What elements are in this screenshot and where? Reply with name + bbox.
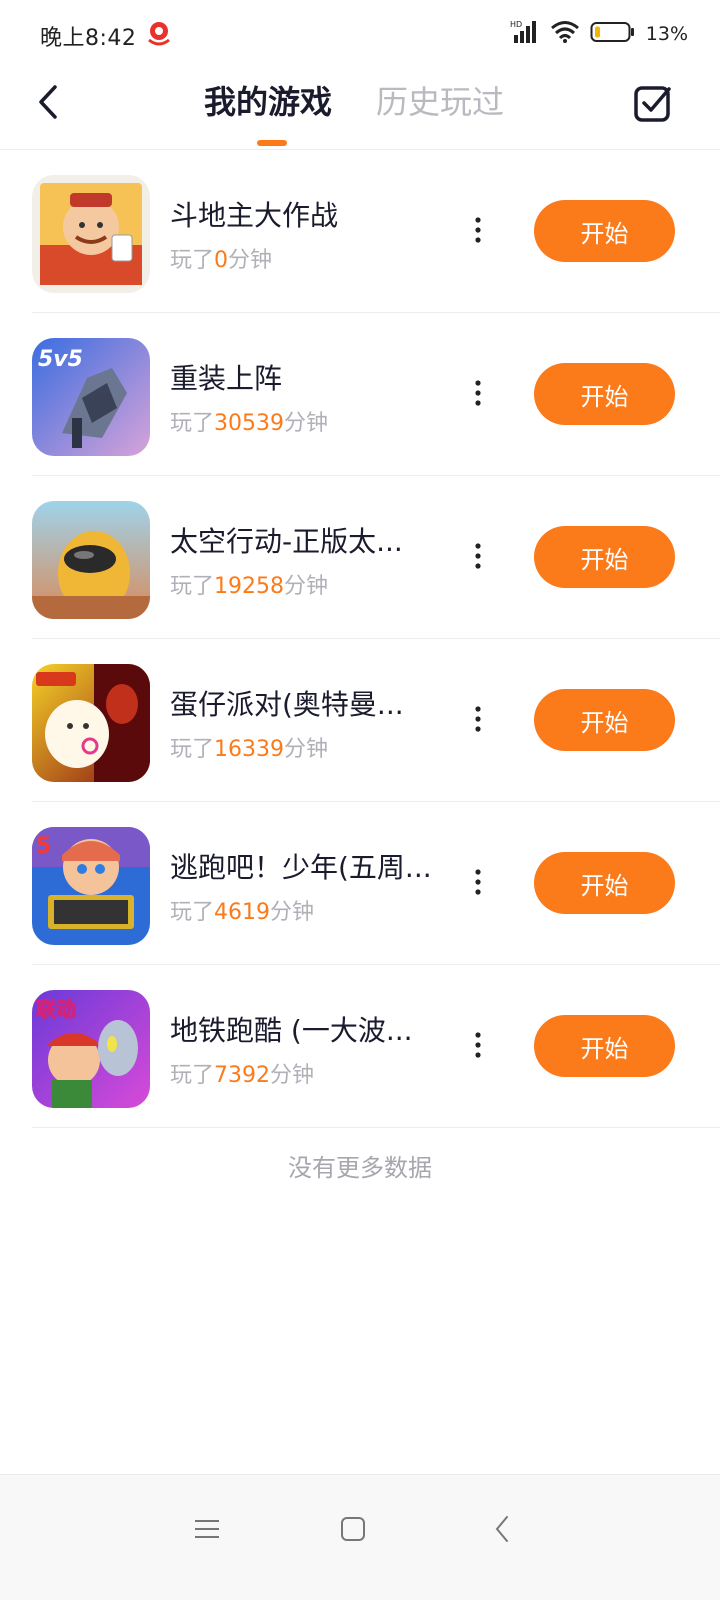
battery-icon [590, 21, 636, 47]
play-time-suffix: 分钟 [228, 248, 273, 273]
battery-percent: 13% [645, 23, 688, 45]
play-time-prefix: 玩了 [170, 411, 215, 436]
space-action-game-icon[interactable] [32, 501, 150, 619]
play-time-suffix: 分钟 [284, 411, 329, 436]
svg-text:5: 5 [36, 834, 51, 859]
play-time-text: 玩了0分钟 [170, 242, 272, 274]
signal-icon: HD [510, 19, 540, 49]
more-options-icon[interactable] [462, 1025, 494, 1065]
no-more-data-text: 没有更多数据 [288, 1154, 432, 1182]
home-icon[interactable] [329, 1505, 377, 1553]
game-list: 斗地主大作战 玩了0分钟 开始 5v5 重装上阵 玩了30539分钟 开始 太空… [0, 150, 720, 1128]
play-minutes: 30539 [214, 411, 285, 436]
game-list-item[interactable]: 联动 地铁跑酷 (一大波... 玩了7392分钟 开始 [0, 965, 720, 1128]
game-list-item[interactable]: 斗地主大作战 玩了0分钟 开始 [0, 150, 720, 313]
game-title: 蛋仔派对(奥特曼... [170, 688, 404, 721]
tab-my-games[interactable]: 我的游戏 [204, 80, 332, 124]
play-time-text: 玩了30539分钟 [170, 405, 328, 437]
play-minutes: 4619 [214, 900, 271, 925]
status-indicators: HD 13% [510, 18, 688, 50]
play-minutes: 19258 [214, 574, 285, 599]
svg-text:5v5: 5v5 [38, 347, 83, 372]
status-bar: 晚上8:42 HD 13% [0, 0, 720, 66]
multi-select-button[interactable] [630, 80, 676, 126]
system-nav-bar [0, 1474, 720, 1600]
play-minutes: 16339 [214, 737, 285, 762]
back-button[interactable] [28, 80, 68, 124]
start-game-button[interactable]: 开始 [534, 363, 675, 425]
subway-surf-game-icon[interactable]: 联动 [32, 990, 150, 1108]
doudizhu-game-icon[interactable] [32, 175, 150, 293]
escape-boy-game-icon[interactable]: 5 [32, 827, 150, 945]
game-title: 逃跑吧！少年(五周... [170, 851, 432, 884]
play-time-suffix: 分钟 [284, 574, 329, 599]
play-time-prefix: 玩了 [170, 737, 215, 762]
start-game-button[interactable]: 开始 [534, 1015, 675, 1077]
more-options-icon[interactable] [462, 699, 494, 739]
start-game-button[interactable]: 开始 [534, 689, 675, 751]
checkbox-edit-icon [634, 86, 671, 122]
play-time-text: 玩了7392分钟 [170, 1057, 314, 1089]
mecha-game-icon[interactable]: 5v5 [32, 338, 150, 456]
play-time-prefix: 玩了 [170, 900, 215, 925]
play-time-suffix: 分钟 [270, 1063, 315, 1088]
start-game-button[interactable]: 开始 [534, 852, 675, 914]
start-game-button[interactable]: 开始 [534, 526, 675, 588]
play-minutes: 7392 [214, 1063, 271, 1088]
app-notification-icon [145, 20, 173, 48]
more-options-icon[interactable] [462, 536, 494, 576]
svg-text:HD: HD [510, 20, 522, 29]
game-list-item[interactable]: 5v5 重装上阵 玩了30539分钟 开始 [0, 313, 720, 476]
more-options-icon[interactable] [462, 373, 494, 413]
chevron-left-icon [39, 85, 57, 119]
play-time-suffix: 分钟 [270, 900, 315, 925]
play-time-text: 玩了19258分钟 [170, 568, 328, 600]
game-list-item[interactable]: 蛋仔派对(奥特曼... 玩了16339分钟 开始 [0, 639, 720, 802]
wifi-icon [550, 20, 580, 48]
more-options-icon[interactable] [462, 862, 494, 902]
play-time-prefix: 玩了 [170, 248, 215, 273]
play-minutes: 0 [214, 248, 229, 273]
game-title: 斗地主大作战 [170, 199, 339, 232]
row-divider [32, 1127, 720, 1128]
active-tab-indicator [257, 140, 287, 146]
back-icon[interactable] [478, 1505, 526, 1553]
play-time-text: 玩了4619分钟 [170, 894, 314, 926]
game-title: 太空行动-正版太... [170, 525, 403, 558]
play-time-text: 玩了16339分钟 [170, 731, 328, 763]
status-time: 晚上8:42 [40, 26, 137, 51]
play-time-prefix: 玩了 [170, 1063, 215, 1088]
top-header: 我的游戏 历史玩过 [0, 66, 720, 150]
eggy-party-game-icon[interactable] [32, 664, 150, 782]
game-list-item[interactable]: 5 逃跑吧！少年(五周... 玩了4619分钟 开始 [0, 802, 720, 965]
game-title: 地铁跑酷 (一大波... [170, 1014, 413, 1047]
game-list-item[interactable]: 太空行动-正版太... 玩了19258分钟 开始 [0, 476, 720, 639]
play-time-suffix: 分钟 [284, 737, 329, 762]
tab-history-played[interactable]: 历史玩过 [376, 80, 504, 124]
game-title: 重装上阵 [170, 362, 283, 395]
start-game-button[interactable]: 开始 [534, 200, 675, 262]
svg-text:联动: 联动 [36, 997, 76, 1021]
more-options-icon[interactable] [462, 210, 494, 250]
play-time-prefix: 玩了 [170, 574, 215, 599]
menu-icon[interactable] [183, 1505, 231, 1553]
